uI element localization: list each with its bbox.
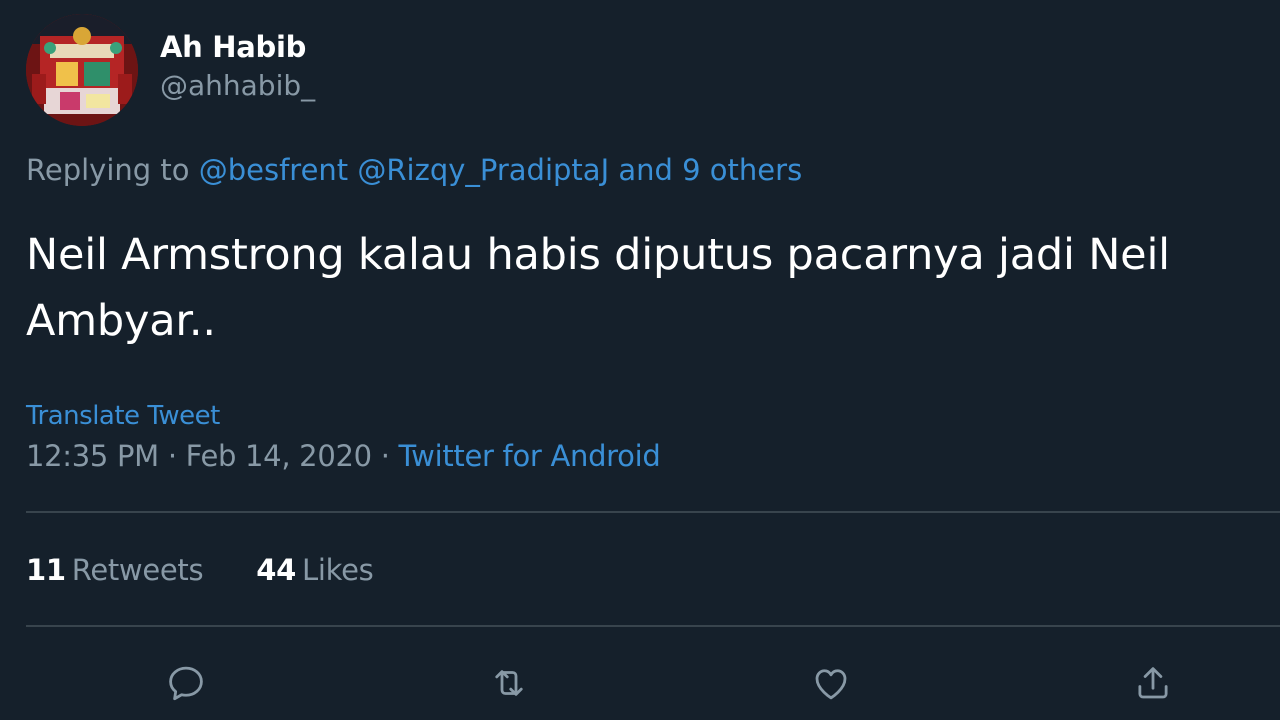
translate-tweet-link[interactable]: Translate Tweet <box>26 398 220 434</box>
tweet-stats: 11 Retweets 44 Likes <box>26 550 374 590</box>
tweet-detail: Ah Habib @ahhabib_ Replying to @besfrent… <box>0 0 1280 720</box>
mention-link-rizqy[interactable]: @Rizqy_PradiptaJ <box>357 153 609 187</box>
likes-label: Likes <box>302 553 374 587</box>
likes-count: 44 <box>256 553 296 587</box>
meta-separator: · <box>380 439 390 473</box>
retweets-label: Retweets <box>71 553 204 587</box>
author-names: Ah Habib @ahhabib_ <box>160 29 315 105</box>
avatar-image <box>26 14 138 126</box>
tweet-source-link[interactable]: Twitter for Android <box>399 439 661 473</box>
tweet-date[interactable]: Feb 14, 2020 <box>186 439 372 473</box>
meta-separator: · <box>167 439 177 473</box>
mention-others-link[interactable]: 9 others <box>682 153 802 187</box>
tweet-meta: 12:35 PM · Feb 14, 2020 · Twitter for An… <box>26 436 661 476</box>
retweet-button[interactable] <box>486 660 532 706</box>
mention-and[interactable]: and <box>618 153 673 187</box>
mention-link-besfrent[interactable]: @besfrent <box>199 153 348 187</box>
display-name[interactable]: Ah Habib <box>160 29 315 65</box>
tweet-text: Neil Armstrong kalau habis diputus pacar… <box>26 230 1170 346</box>
user-handle[interactable]: @ahhabib_ <box>160 67 315 105</box>
share-icon <box>1138 667 1168 699</box>
reply-button[interactable] <box>163 660 209 706</box>
like-icon <box>815 669 847 700</box>
like-button[interactable] <box>808 660 854 706</box>
retweets-count: 11 <box>26 553 66 587</box>
share-button[interactable] <box>1130 660 1176 706</box>
retweets-stat[interactable]: 11 Retweets <box>26 550 204 590</box>
retweet-icon <box>495 670 523 696</box>
replying-prefix: Replying to <box>26 153 190 187</box>
divider <box>26 625 1280 627</box>
reply-icon <box>169 666 203 701</box>
avatar[interactable] <box>26 14 138 126</box>
likes-stat[interactable]: 44 Likes <box>256 550 374 590</box>
replying-to: Replying to @besfrent @Rizqy_PradiptaJ a… <box>26 150 802 190</box>
tweet-time[interactable]: 12:35 PM <box>26 439 159 473</box>
divider <box>26 511 1280 513</box>
tweet-header: Ah Habib @ahhabib_ <box>26 14 315 126</box>
